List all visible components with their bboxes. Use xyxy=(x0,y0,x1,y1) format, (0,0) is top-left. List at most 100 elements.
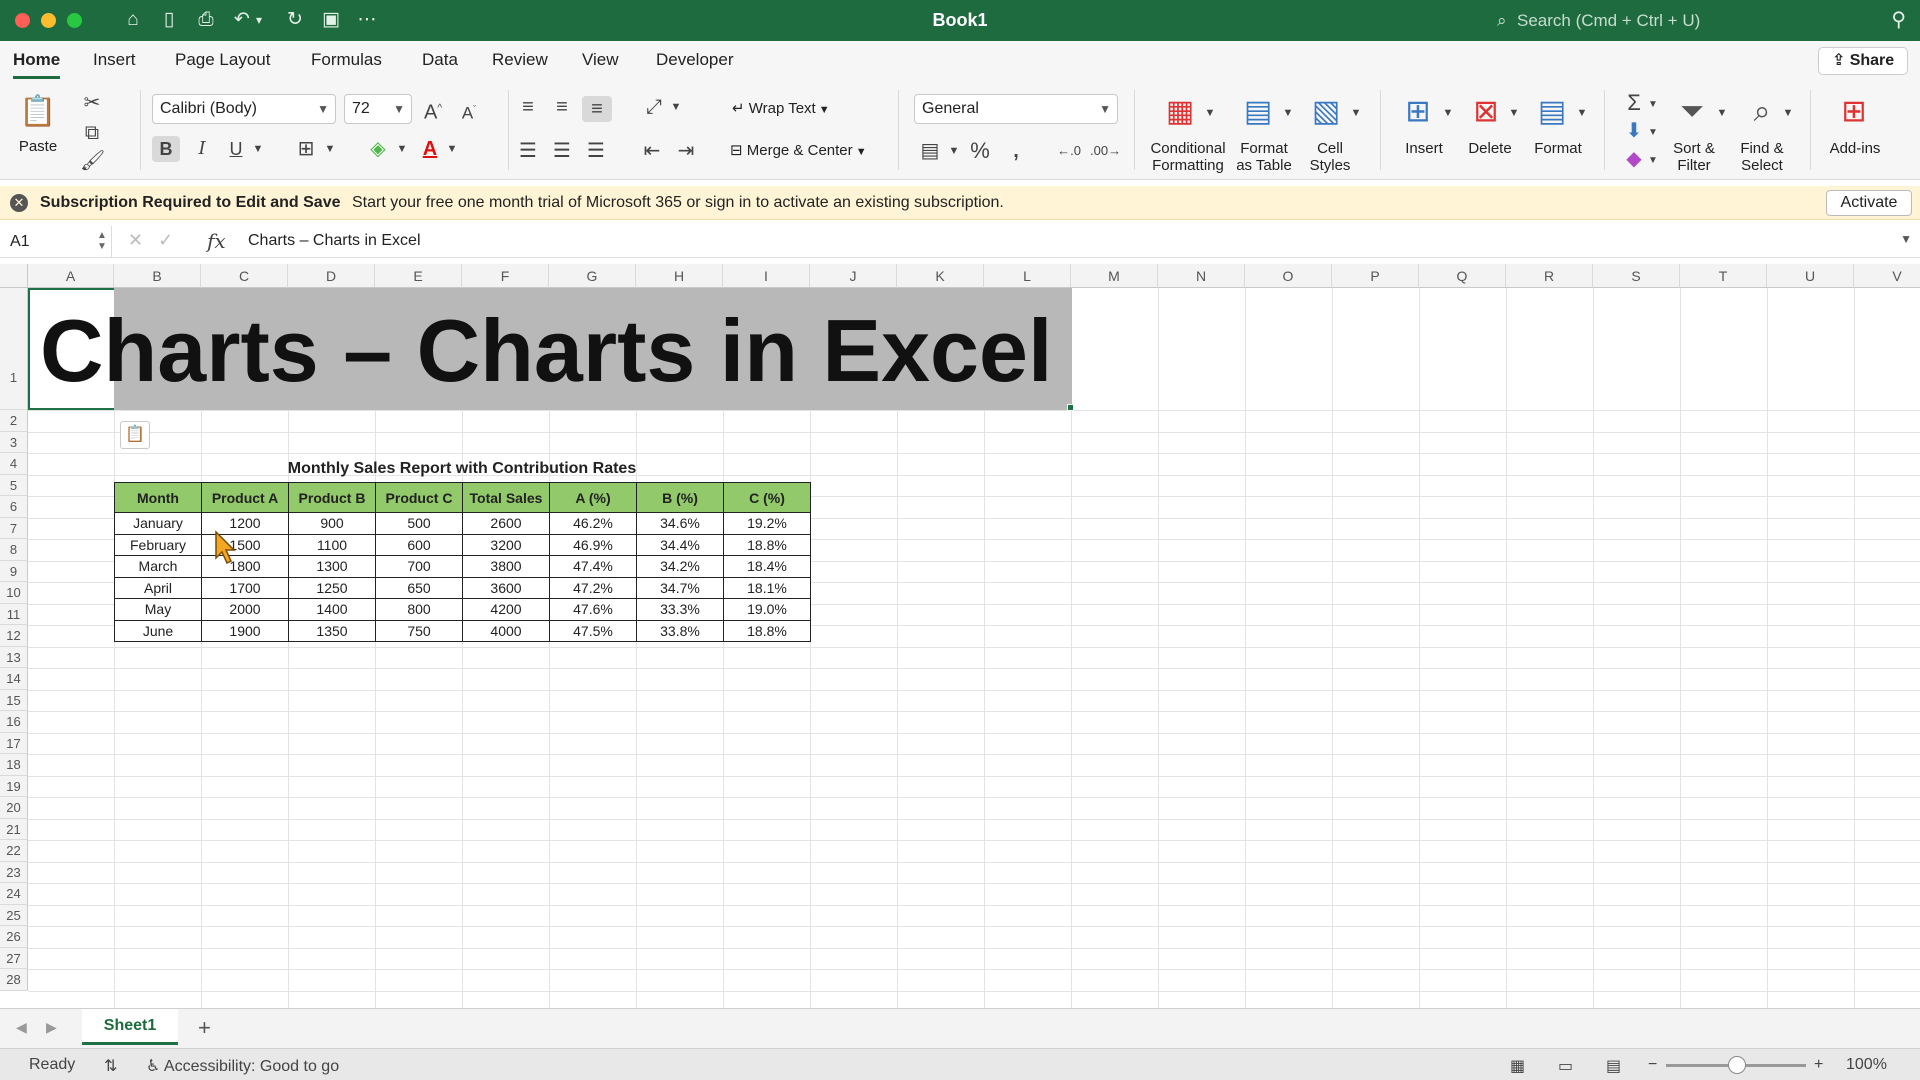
align-bottom-icon[interactable]: ≡ xyxy=(582,96,612,122)
borders-dropdown-icon[interactable]: ▼ xyxy=(322,136,338,162)
column-header-r[interactable]: R xyxy=(1506,264,1593,288)
align-left-icon[interactable]: ☰ xyxy=(514,138,542,164)
row-header-11[interactable]: 11 xyxy=(0,603,28,625)
format-cells-label[interactable]: Format xyxy=(1528,140,1588,157)
row-header-12[interactable]: 12 xyxy=(0,625,28,647)
increase-font-size-icon[interactable]: A^ xyxy=(420,96,446,126)
row-header-23[interactable]: 23 xyxy=(0,861,28,883)
column-header-b[interactable]: B xyxy=(114,264,201,288)
expand-formula-bar-icon[interactable]: ▼ xyxy=(1900,232,1912,246)
add-ins-label[interactable]: Add-ins xyxy=(1822,140,1888,157)
clear-icon[interactable]: ◆ xyxy=(1620,146,1648,172)
sort-filter-label[interactable]: Sort & Filter xyxy=(1666,140,1722,174)
column-header-i[interactable]: I xyxy=(723,264,810,288)
autosum-icon[interactable]: Σ xyxy=(1620,90,1648,116)
fill-icon[interactable]: ⬇ xyxy=(1620,118,1648,144)
row-header-8[interactable]: 8 xyxy=(0,539,28,561)
column-header-o[interactable]: O xyxy=(1245,264,1332,288)
table-cell[interactable]: 34.7% xyxy=(636,576,724,599)
tab-data[interactable]: Data xyxy=(422,50,458,70)
column-header-m[interactable]: M xyxy=(1071,264,1158,288)
wrap-text-button[interactable]: ↵ Wrap Text ▼ xyxy=(732,96,830,123)
fill-color-dropdown-icon[interactable]: ▼ xyxy=(394,136,410,162)
sheet-title-cell[interactable]: Charts – Charts in Excel xyxy=(40,300,1052,402)
search-box[interactable]: ⌕ Search (Cmd + Ctrl + U) xyxy=(1497,9,1837,33)
table-cell[interactable]: 47.5% xyxy=(549,619,637,642)
insert-cells-label[interactable]: Insert xyxy=(1396,140,1452,157)
decrease-indent-icon[interactable]: ⇤ xyxy=(638,138,666,164)
column-header-p[interactable]: P xyxy=(1332,264,1419,288)
column-header-q[interactable]: Q xyxy=(1419,264,1506,288)
row-header-6[interactable]: 6 xyxy=(0,496,28,518)
tab-page-layout[interactable]: Page Layout xyxy=(175,50,270,70)
sheet-tab-sheet1[interactable]: Sheet1 xyxy=(82,1009,178,1045)
table-cell[interactable]: 3600 xyxy=(462,576,550,599)
table-cell[interactable]: 1350 xyxy=(288,619,376,642)
tab-review[interactable]: Review xyxy=(492,50,548,70)
find-select-label[interactable]: Find & Select xyxy=(1734,140,1790,174)
cell-styles-label[interactable]: Cell Styles xyxy=(1300,140,1360,174)
table-cell[interactable]: 4200 xyxy=(462,598,550,621)
sort-filter-icon[interactable]: ⏷ xyxy=(1670,92,1714,132)
align-right-icon[interactable]: ☰ xyxy=(582,138,610,164)
cell-styles-icon[interactable]: ▧ xyxy=(1304,92,1348,132)
find-select-icon[interactable]: ⌕ xyxy=(1740,92,1784,132)
add-ins-icon[interactable]: ⊞ xyxy=(1832,92,1876,132)
table-cell[interactable]: 800 xyxy=(375,598,463,621)
number-format-select[interactable]: General ▼ xyxy=(914,94,1118,124)
table-cell[interactable]: 47.4% xyxy=(549,555,637,578)
table-cell[interactable]: 600 xyxy=(375,533,463,556)
row-header-26[interactable]: 26 xyxy=(0,926,28,948)
row-header-20[interactable]: 20 xyxy=(0,797,28,819)
fill-dropdown-icon[interactable]: ▼ xyxy=(1646,120,1660,146)
clear-dropdown-icon[interactable]: ▼ xyxy=(1646,148,1660,174)
align-center-icon[interactable]: ☰ xyxy=(548,138,576,164)
table-cell[interactable]: 18.8% xyxy=(723,619,811,642)
delete-cells-dropdown-icon[interactable]: ▼ xyxy=(1506,100,1522,126)
table-cell[interactable]: 47.2% xyxy=(549,576,637,599)
formula-input[interactable]: Charts – Charts in Excel xyxy=(248,232,421,250)
sort-filter-dropdown-icon[interactable]: ▼ xyxy=(1714,100,1730,126)
row-header-14[interactable]: 14 xyxy=(0,668,28,690)
table-cell[interactable]: 1100 xyxy=(288,533,376,556)
column-header-g[interactable]: G xyxy=(549,264,636,288)
row-header-10[interactable]: 10 xyxy=(0,582,28,604)
table-cell[interactable]: 1900 xyxy=(201,619,289,642)
row-header-28[interactable]: 28 xyxy=(0,969,28,991)
table-cell[interactable]: March xyxy=(114,555,202,578)
increase-decimal-icon[interactable]: ←.0 xyxy=(1054,138,1084,164)
column-header-d[interactable]: D xyxy=(288,264,375,288)
table-cell[interactable]: 34.2% xyxy=(636,555,724,578)
zoom-level[interactable]: 100% xyxy=(1846,1056,1887,1074)
normal-view-icon[interactable]: ▦ xyxy=(1510,1056,1525,1076)
tab-home[interactable]: Home xyxy=(13,50,61,79)
conditional-formatting-label[interactable]: Conditional Formatting xyxy=(1148,140,1228,174)
header-product-c[interactable]: Product C xyxy=(375,482,463,513)
row-header-5[interactable]: 5 xyxy=(0,474,28,496)
add-sheet-button[interactable]: + xyxy=(198,1015,211,1041)
table-cell[interactable]: 33.8% xyxy=(636,619,724,642)
page-layout-view-icon[interactable]: ▭ xyxy=(1558,1056,1573,1076)
row-header-4[interactable]: 4 xyxy=(0,453,28,475)
align-top-icon[interactable]: ≡ xyxy=(514,94,542,120)
header-b-pct[interactable]: B (%) xyxy=(636,482,724,513)
accounting-format-icon[interactable]: ▤ xyxy=(916,138,944,164)
format-as-table-dropdown-icon[interactable]: ▼ xyxy=(1280,100,1296,126)
table-cell[interactable]: 19.2% xyxy=(723,512,811,535)
orientation-dropdown-icon[interactable]: ▼ xyxy=(668,94,684,120)
table-cell[interactable]: 18.1% xyxy=(723,576,811,599)
table-cell[interactable]: 700 xyxy=(375,555,463,578)
tab-formulas[interactable]: Formulas xyxy=(311,50,382,70)
row-header-27[interactable]: 27 xyxy=(0,947,28,969)
table-cell[interactable]: February xyxy=(114,533,202,556)
table-cell[interactable]: 1300 xyxy=(288,555,376,578)
table-cell[interactable]: 46.9% xyxy=(549,533,637,556)
accessibility-status[interactable]: ♿ Accessibility: Good to go xyxy=(146,1056,339,1076)
worksheet-grid[interactable]: A B C D E F G H I J K L M N O P Q R S T U V 1 2 3 4 5 6 7 8 9 10 11 12 13 1… xyxy=(0,264,1920,1008)
table-cell[interactable]: June xyxy=(114,619,202,642)
table-cell[interactable]: 750 xyxy=(375,619,463,642)
activate-button[interactable]: Activate xyxy=(1826,190,1912,216)
percent-style-icon[interactable]: % xyxy=(966,138,994,164)
borders-icon[interactable]: ⊞ xyxy=(292,136,320,162)
table-cell[interactable]: 4000 xyxy=(462,619,550,642)
